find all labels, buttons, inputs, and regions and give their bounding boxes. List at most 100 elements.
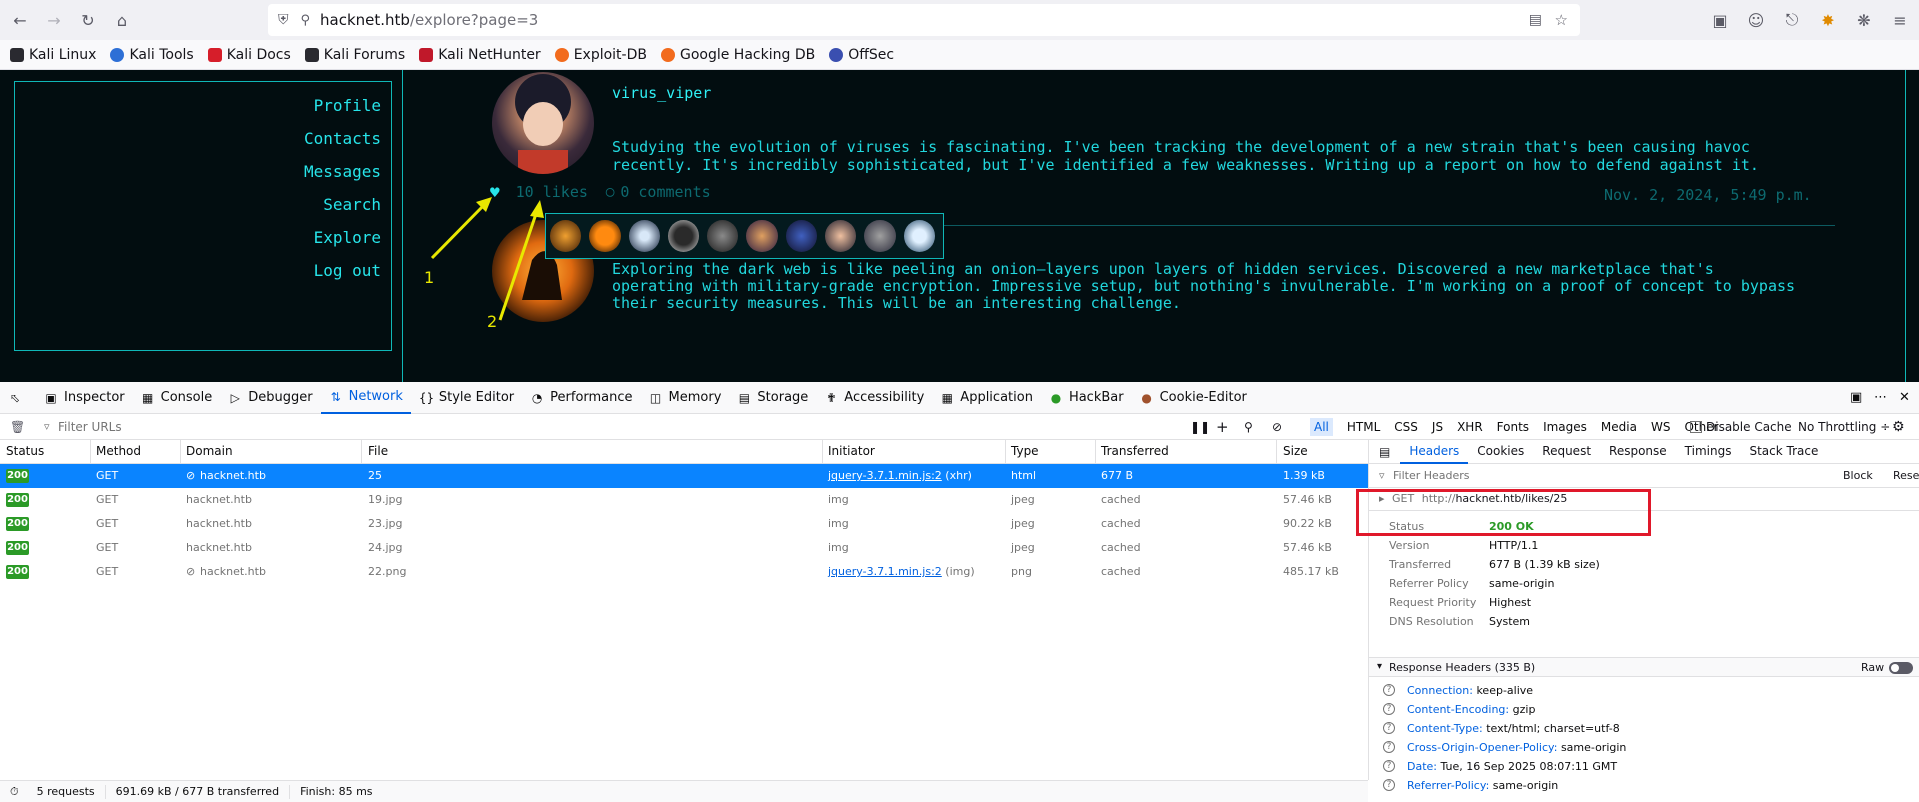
post-body-line: Studying the evolution of viruses is fas…	[612, 138, 1750, 156]
col-size[interactable]: Size	[1283, 444, 1308, 458]
help-icon[interactable]: ?	[1383, 703, 1395, 715]
filter-xhr[interactable]: XHR	[1457, 420, 1483, 434]
liker-avatar[interactable]	[825, 220, 857, 252]
tab-memory[interactable]: ◫ Memory	[641, 382, 730, 414]
request-row[interactable]: 200 GET hacknet.htb 19.jpg img jpeg cached 57.4…	[0, 488, 1368, 512]
col-type[interactable]: Type	[1011, 444, 1039, 458]
filter-css[interactable]: CSS	[1394, 420, 1418, 434]
shield-icon[interactable]: ⛨	[278, 12, 289, 28]
initiator-cell: img	[828, 517, 849, 530]
raw-toggle[interactable]	[1889, 662, 1913, 674]
tab-style-editor[interactable]: {} Style Editor	[411, 382, 522, 414]
reader-view-icon[interactable]: ▤	[1529, 12, 1542, 28]
block-icon[interactable]: ⊘	[1272, 420, 1282, 434]
bookmark-google-hacking-db[interactable]: Google Hacking DB	[660, 47, 815, 63]
bookmark-exploit-db[interactable]: Exploit-DB	[554, 47, 647, 63]
url-bar[interactable]: ⛨ ⚲ hacknet.htb/explore?page=3 ▤ ☆	[268, 4, 1580, 36]
tab-accessibility[interactable]: ✟ Accessibility	[816, 382, 932, 414]
filter-all[interactable]: All	[1310, 417, 1333, 436]
pick-element-icon[interactable]: ⬁	[0, 382, 36, 414]
col-domain[interactable]: Domain	[186, 444, 233, 458]
initiator-link[interactable]: jquery-3.7.1.min.js:2	[828, 565, 942, 578]
initiator-link[interactable]: jquery-3.7.1.min.js:2	[828, 469, 942, 482]
col-status[interactable]: Status	[6, 444, 44, 458]
bookmark-kali-nethunter[interactable]: Kali NetHunter	[419, 47, 541, 63]
bookmark-star-icon[interactable]: ☆	[1555, 11, 1568, 29]
bookmark-kali-linux[interactable]: Kali Linux	[10, 47, 96, 63]
bookmark-kali-docs[interactable]: Kali Docs	[207, 47, 291, 63]
tab-stack-trace[interactable]: Stack Trace	[1740, 440, 1827, 464]
filter-images[interactable]: Images	[1543, 420, 1587, 434]
pocket-icon[interactable]: ▣	[1706, 6, 1734, 34]
bookmark-offsec[interactable]: OffSec	[829, 47, 894, 63]
liker-avatar[interactable]	[785, 220, 818, 252]
hackbar-ext-icon[interactable]: ✸	[1814, 6, 1842, 34]
help-icon[interactable]: ?	[1383, 684, 1395, 696]
account-icon[interactable]: ☺	[1742, 6, 1770, 34]
cookie-ext-icon[interactable]: ❋	[1850, 6, 1878, 34]
tab-storage[interactable]: ▤ Storage	[729, 382, 816, 414]
col-file[interactable]: File	[368, 444, 388, 458]
liker-avatar[interactable]	[864, 220, 896, 252]
help-icon[interactable]: ?	[1383, 741, 1395, 753]
throttling-select[interactable]: No Throttling ÷	[1798, 420, 1890, 434]
tab-debugger[interactable]: ▷ Debugger	[220, 382, 320, 414]
tab-hackbar[interactable]: ● HackBar	[1041, 382, 1132, 414]
filter-html[interactable]: HTML	[1347, 420, 1380, 434]
filter-ws[interactable]: WS	[1651, 420, 1670, 434]
back-icon[interactable]: ←	[6, 6, 34, 34]
add-icon[interactable]: +	[1216, 418, 1229, 436]
domain-cell: hacknet.htb	[186, 541, 252, 554]
help-icon[interactable]: ?	[1383, 722, 1395, 734]
liker-avatar[interactable]	[746, 220, 778, 252]
disable-cache-checkbox[interactable]: Disable Cache	[1690, 420, 1792, 434]
tab-response[interactable]: Response	[1600, 440, 1676, 464]
close-devtools-icon[interactable]: ✕	[1891, 382, 1918, 414]
pause-icon[interactable]: ❚❚	[1190, 420, 1210, 434]
tab-cookies[interactable]: Cookies	[1468, 440, 1533, 464]
filter-js[interactable]: JS	[1432, 420, 1443, 434]
extensions-icon[interactable]: ⎋	[1778, 6, 1806, 34]
tab-network[interactable]: ⇅ Network	[320, 382, 411, 414]
forward-icon[interactable]: →	[40, 6, 68, 34]
filter-fonts[interactable]: Fonts	[1497, 420, 1529, 434]
toggle-panel-icon[interactable]: ▤	[1369, 445, 1400, 459]
search-icon[interactable]: ⚲	[1244, 420, 1253, 434]
help-icon[interactable]: ?	[1383, 760, 1395, 772]
request-row[interactable]: 200 GET hacknet.htb 24.jpg img jpeg cached 57.4…	[0, 536, 1368, 560]
tab-headers[interactable]: Headers	[1400, 440, 1469, 464]
resend-button[interactable]: Resend	[1893, 469, 1919, 482]
help-icon[interactable]: ?	[1383, 779, 1395, 791]
annotation-label: 2	[487, 312, 498, 331]
col-method[interactable]: Method	[96, 444, 141, 458]
tab-cookie-editor[interactable]: ● Cookie-Editor	[1132, 382, 1255, 414]
tab-application[interactable]: ▦ Application	[932, 382, 1041, 414]
page-info-icon[interactable]: ⚲	[301, 13, 311, 28]
col-initiator[interactable]: Initiator	[828, 444, 875, 458]
tab-console[interactable]: ▦ Console	[133, 382, 221, 414]
tab-inspector[interactable]: ▣ Inspector	[36, 382, 133, 414]
clear-icon[interactable]: 🗑	[10, 420, 25, 434]
filter-urls-input[interactable]	[58, 419, 358, 434]
response-headers-section[interactable]: ▾ Response Headers (335 B) Raw	[1369, 657, 1919, 677]
block-button[interactable]: Block	[1843, 469, 1873, 482]
bookmark-kali-forums[interactable]: Kali Forums	[304, 47, 405, 63]
tab-performance[interactable]: ◔ Performance	[522, 382, 640, 414]
menu-icon[interactable]: ≡	[1886, 6, 1914, 34]
file-cell: 23.jpg	[368, 517, 403, 530]
home-icon[interactable]: ⌂	[108, 6, 136, 34]
tab-request[interactable]: Request	[1533, 440, 1600, 464]
settings-gear-icon[interactable]: ⚙	[1892, 419, 1905, 435]
liker-avatar[interactable]	[707, 220, 739, 252]
filter-headers-input[interactable]: Filter Headers	[1393, 469, 1470, 482]
request-row[interactable]: 200 GET hacknet.htb 23.jpg img jpeg cached 90.2…	[0, 512, 1368, 536]
post-body: Studying the evolution of viruses is fas…	[612, 138, 1759, 174]
reload-icon[interactable]: ↻	[74, 6, 102, 34]
request-row[interactable]: 200 GET ⊘ hacknet.htb 22.png jquery-3.7.1.min…	[0, 560, 1368, 584]
tab-timings[interactable]: Timings	[1676, 440, 1741, 464]
request-row[interactable]: 200 GET ⊘ hacknet.htb 25 jquery-3.7.1.min.js:…	[0, 464, 1368, 488]
liker-avatar[interactable]	[903, 220, 935, 252]
bookmark-kali-tools[interactable]: Kali Tools	[110, 47, 194, 63]
filter-media[interactable]: Media	[1601, 420, 1637, 434]
col-transferred[interactable]: Transferred	[1101, 444, 1169, 458]
